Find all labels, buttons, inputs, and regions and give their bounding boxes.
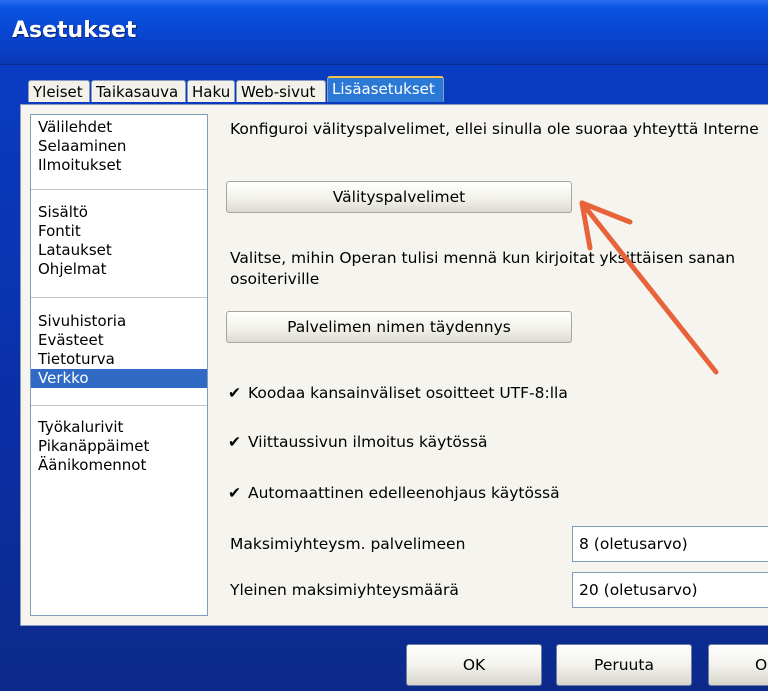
ok-button[interactable]: OK (406, 644, 542, 686)
settings-window: Asetukset Yleiset Taikasauva Haku Web-si… (0, 0, 768, 691)
max-server-connections-label: Maksimiyhteysm. palvelimeen (230, 535, 466, 553)
category-item[interactable]: Äänikomennot (31, 456, 207, 475)
tab-web-sivut[interactable]: Web-sivut (236, 80, 326, 102)
tab-taikasauva[interactable]: Taikasauva (91, 80, 186, 102)
category-item-selected[interactable]: Verkko (31, 369, 207, 388)
proxy-description: Konfiguroi välityspalvelimet, ellei sinu… (230, 120, 759, 138)
category-item[interactable]: Fontit (31, 222, 207, 241)
auto-redirect-checkbox-label: Automaattinen edelleenohjaus käytössä (248, 484, 560, 502)
category-item[interactable]: Ohjelmat (31, 260, 207, 279)
category-item[interactable]: Työkalurivit (31, 418, 207, 437)
cancel-button[interactable]: Peruuta (556, 644, 692, 686)
max-total-connections-label: Yleinen maksimiyhteysmäärä (230, 581, 459, 599)
referrer-checkbox[interactable]: ✔ Viittaussivun ilmoitus käytössä (228, 433, 488, 451)
category-item[interactable]: Sivuhistoria (31, 312, 207, 331)
category-item[interactable]: Pikanäppäimet (31, 437, 207, 456)
category-item[interactable]: Ilmoitukset (31, 156, 207, 175)
tab-lisaasetukset[interactable]: Lisäasetukset (327, 76, 444, 102)
checkmark-icon: ✔ (228, 484, 241, 502)
auto-redirect-checkbox[interactable]: ✔ Automaattinen edelleenohjaus käytössä (228, 484, 560, 502)
category-item[interactable]: Lataukset (31, 241, 207, 260)
completion-description-line2: osoiteriville (230, 270, 320, 288)
max-total-connections-field[interactable]: 20 (oletusarvo) (572, 572, 768, 608)
category-item[interactable]: Tietoturva (31, 350, 207, 369)
utf8-checkbox-label: Koodaa kansainväliset osoitteet UTF-8:ll… (248, 384, 568, 402)
category-item[interactable]: Välilehdet (31, 118, 207, 137)
tab-yleiset[interactable]: Yleiset (28, 80, 90, 102)
category-item[interactable]: Sisältö (31, 203, 207, 222)
title-bar[interactable]: Asetukset (0, 0, 768, 65)
proxy-button[interactable]: Välityspalvelimet (226, 181, 572, 213)
checkmark-icon: ✔ (228, 433, 241, 451)
third-footer-button[interactable]: O (708, 644, 768, 686)
category-item[interactable]: Evästeet (31, 331, 207, 350)
tab-haku[interactable]: Haku (187, 80, 235, 102)
category-separator (31, 297, 207, 298)
window-title: Asetukset (12, 18, 137, 43)
server-name-completion-button[interactable]: Palvelimen nimen täydennys (226, 311, 572, 343)
category-item[interactable]: Selaaminen (31, 137, 207, 156)
category-separator (31, 405, 207, 406)
completion-description-line1: Valitse, mihin Operan tulisi mennä kun k… (230, 249, 736, 267)
category-separator (31, 189, 207, 190)
checkmark-icon: ✔ (228, 384, 241, 402)
max-server-connections-field[interactable]: 8 (oletusarvo) (572, 526, 768, 562)
referrer-checkbox-label: Viittaussivun ilmoitus käytössä (248, 433, 488, 451)
utf8-checkbox[interactable]: ✔ Koodaa kansainväliset osoitteet UTF-8:l… (228, 384, 568, 402)
category-list[interactable]: Välilehdet Selaaminen Ilmoitukset Sisält… (30, 114, 208, 616)
